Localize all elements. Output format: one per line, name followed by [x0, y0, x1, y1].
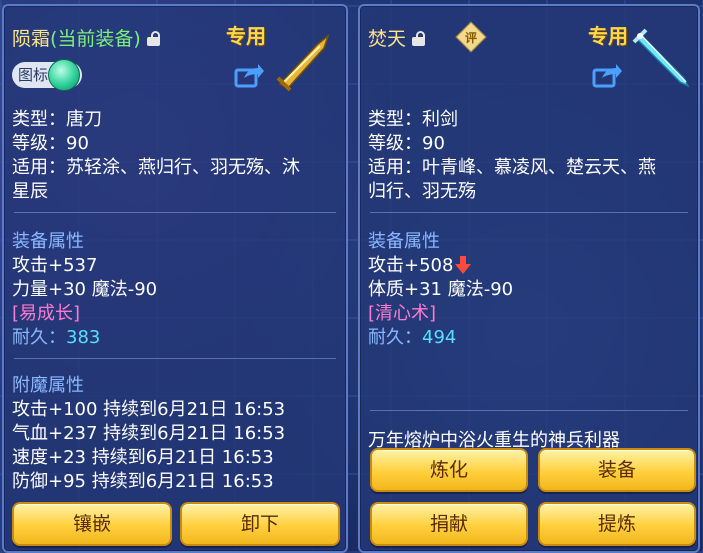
unequip-button[interactable]: 卸下: [180, 502, 340, 546]
divider: [370, 212, 688, 213]
divider: [14, 212, 336, 213]
inlay-button[interactable]: 镶嵌: [12, 502, 172, 546]
item-level: 等级：90: [12, 133, 89, 154]
equip-button[interactable]: 装备: [538, 448, 696, 492]
icon-toggle[interactable]: 图标: [12, 59, 83, 91]
share-icon[interactable]: [592, 62, 622, 88]
skill-tag: [易成长]: [12, 303, 81, 324]
item-name-text: 焚天: [368, 28, 407, 50]
item-suitable-line1: 适用：叶青峰、慕凌风、楚云天、燕: [368, 157, 656, 178]
item-name-text: 陨霜: [12, 28, 51, 50]
attack-stat: 攻击+537: [12, 255, 98, 276]
enchant-attributes-title: 附魔属性: [12, 375, 84, 396]
divider: [370, 410, 688, 411]
rating-hint-icon[interactable]: 评: [455, 21, 487, 53]
current-equipped-tag: (当前装备): [50, 28, 141, 50]
durability: 耐久：494: [368, 326, 456, 350]
item-type: 类型：唐刀: [12, 109, 102, 130]
item-type: 类型：利剑: [368, 109, 458, 130]
enchant-line: 速度+23 持续到6月21日 16:53: [12, 447, 274, 468]
skill-tag: [清心术]: [368, 303, 437, 324]
item-suitable-line2: 星辰: [12, 181, 48, 202]
icon-toggle-label: 图标: [18, 66, 49, 84]
exclusive-label: 专用: [588, 24, 628, 48]
toggle-knob: [48, 59, 81, 91]
equip-attributes-title: 装备属性: [368, 231, 440, 252]
lock-icon[interactable]: [146, 31, 160, 46]
down-arrow-icon: [455, 256, 472, 274]
candidate-item-tooltip: 焚天 评 专用 类型：利剑 等级：90 适用：叶青峰、慕凌风、楚云天、燕 归行、…: [358, 4, 700, 553]
item-name: 焚天: [368, 24, 426, 51]
lock-icon[interactable]: [412, 31, 426, 46]
durability-label: 耐久：: [368, 327, 422, 348]
durability-label: 耐久：: [12, 327, 66, 348]
item-name: 陨霜(当前装备): [12, 24, 160, 51]
rating-hint-text: 评: [464, 31, 477, 45]
exclusive-label: 专用: [226, 24, 266, 48]
enchant-line: 攻击+100 持续到6月21日 16:53: [12, 399, 286, 420]
item-level: 等级：90: [368, 133, 445, 154]
attack-stat-text: 攻击+508: [368, 255, 454, 276]
donate-button[interactable]: 捐献: [370, 502, 528, 546]
item-suitable-line2: 归行、羽无殇: [368, 181, 476, 202]
enchant-line: 气血+237 持续到6月21日 16:53: [12, 423, 286, 444]
durability-value: 494: [422, 327, 457, 348]
enchant-line: 防御+95 持续到6月21日 16:53: [12, 471, 274, 492]
ice-sword-icon: [632, 28, 690, 88]
attack-stat: 攻击+508: [368, 254, 472, 278]
equipped-item-tooltip: 陨霜(当前装备) 专用 图标 类型：唐刀 等级：90 适用：苏轻涂、燕归行、羽无…: [2, 4, 348, 553]
durability-value: 383: [66, 327, 101, 348]
extract-button[interactable]: 提炼: [538, 502, 696, 546]
attribute-stats: 力量+30 魔法-90: [12, 279, 158, 300]
equip-attributes-title: 装备属性: [12, 231, 84, 252]
golden-blade-icon: [276, 33, 330, 92]
durability: 耐久：383: [12, 326, 100, 350]
item-suitable-line1: 适用：苏轻涂、燕归行、羽无殇、沐: [12, 157, 300, 178]
share-icon[interactable]: [234, 62, 264, 88]
attribute-stats: 体质+31 魔法-90: [368, 279, 514, 300]
refine-button[interactable]: 炼化: [370, 448, 528, 492]
divider: [14, 358, 336, 359]
